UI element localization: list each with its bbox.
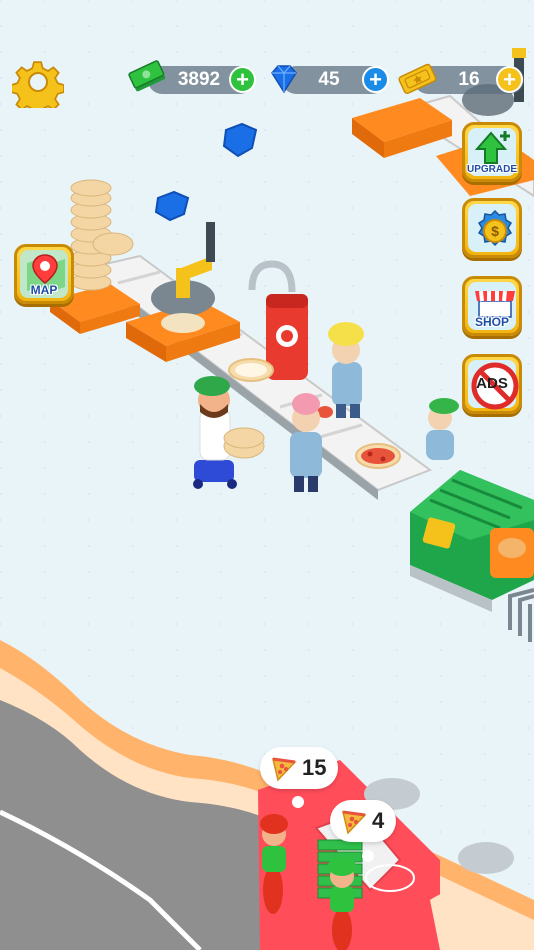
add-tickets-button[interactable]: + — [496, 66, 523, 93]
upgrade-arrow-icon — [474, 131, 510, 164]
add-cash-button[interactable]: + — [229, 66, 256, 93]
shop-awning-icon — [475, 290, 515, 318]
shop-label: SHOP — [474, 315, 509, 329]
map-label: MAP — [30, 283, 58, 297]
order-count: 4 — [372, 808, 385, 833]
game-scene — [0, 48, 534, 950]
order-count: 15 — [302, 755, 327, 780]
add-gems-button[interactable]: + — [362, 66, 389, 93]
no-ads-button[interactable]: ADS — [462, 354, 522, 414]
ads-label: ADS — [476, 375, 508, 392]
coin-badge-icon: $ — [477, 209, 513, 247]
svg-text:$: $ — [491, 223, 499, 239]
gem-value: 45 — [318, 69, 340, 90]
pizza-slice-icon — [272, 757, 297, 782]
bubble-tail — [292, 796, 304, 808]
gear-icon — [10, 61, 65, 116]
pizza-oven — [410, 470, 534, 642]
floating-gems — [154, 122, 258, 222]
pizza-slice-icon — [342, 810, 367, 835]
ticket-value: 16 — [458, 69, 480, 90]
money-button[interactable]: $ — [462, 198, 522, 258]
settings-button[interactable] — [10, 56, 65, 116]
order-bubble-2: 4 — [330, 800, 397, 842]
cash-value: 3892 — [177, 69, 221, 90]
map-pin-icon — [27, 254, 65, 291]
blue-gem-icon — [271, 65, 297, 94]
order-bubble-1: 15 — [260, 747, 339, 789]
upgrade-button[interactable]: UPGRADE — [462, 122, 522, 182]
upgrade-label: UPGRADE — [466, 164, 517, 175]
cash-stack-icon — [128, 60, 166, 92]
map-button[interactable]: MAP — [14, 244, 74, 304]
bubble-tail — [362, 850, 374, 862]
shop-button[interactable]: SHOP — [462, 276, 522, 336]
golden-ticket-icon — [398, 63, 437, 95]
